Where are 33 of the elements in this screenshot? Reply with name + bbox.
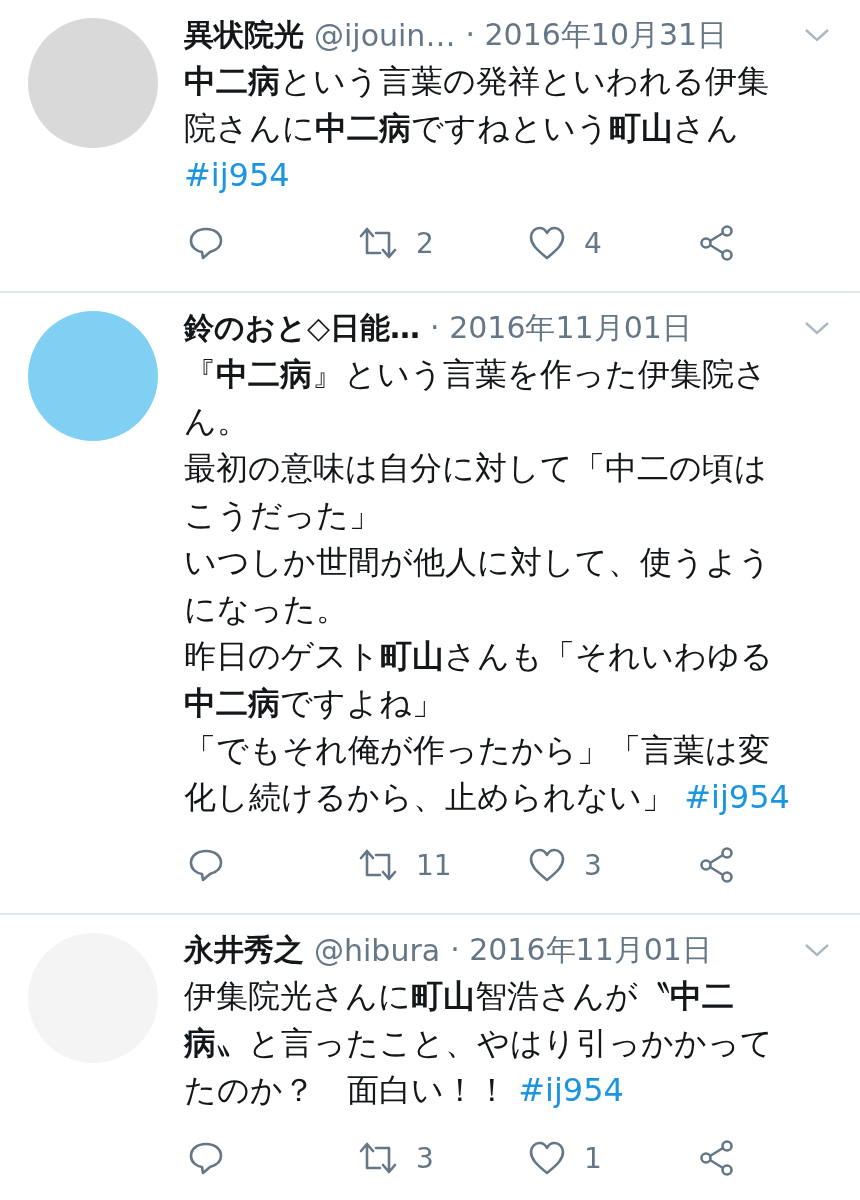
reply-icon[interactable]: [188, 847, 224, 883]
user-name[interactable]: 永井秀之: [184, 929, 304, 971]
tweet-date: · 2016年10月31日: [465, 15, 728, 54]
tweet-text: 昨日のゲスト町山さんも「それいわゆる中二病ですよね」: [184, 636, 774, 724]
share-icon[interactable]: [698, 846, 736, 884]
tweet-text: 最初の意味は自分に対して「中二の頃はこうだった」: [184, 448, 768, 536]
reply-icon[interactable]: [188, 225, 224, 261]
user-name[interactable]: 異状院光: [184, 14, 304, 56]
retweet-count: 11: [416, 848, 452, 882]
user-handle: @ijouin…: [314, 17, 456, 53]
reply-icon[interactable]: [188, 1140, 224, 1176]
retweet-icon[interactable]: [358, 225, 398, 261]
tweet-text: 中二病という言葉の発祥といわれる伊集院さんに中二病ですねという町山さん #ij954: [184, 61, 770, 196]
retweet-icon[interactable]: [358, 1140, 398, 1176]
tweet-date: · 2016年11月01日: [430, 308, 692, 347]
user-handle: @hibura: [314, 932, 441, 968]
retweet-count: 2: [416, 226, 434, 260]
tweet-date: · 2016年11月01日: [450, 930, 712, 969]
heart-icon[interactable]: [528, 225, 566, 261]
like-count: 4: [584, 226, 602, 260]
share-icon[interactable]: [698, 224, 736, 262]
user-name[interactable]: 鈴のおと◇日能…: [184, 307, 421, 349]
tweet-text: 伊集院光さんに町山智浩さんが〝中二病〟と言ったこと、やはり引っかかってたのか？ 面白い！！ #ij954: [184, 976, 774, 1111]
tweet-text: いつしか世間が他人に対して、使うようになった。: [184, 542, 772, 630]
heart-icon[interactable]: [528, 1140, 566, 1176]
retweet-icon[interactable]: [358, 847, 398, 883]
like-count: 1: [584, 1141, 602, 1175]
retweet-count: 3: [416, 1141, 434, 1175]
tweet-text: 「でもそれ俺が作ったから」「言葉は変化し続けるから、止められない」 #ij954: [184, 730, 791, 818]
heart-icon[interactable]: [528, 847, 566, 883]
like-count: 3: [584, 848, 602, 882]
share-icon[interactable]: [698, 1139, 736, 1177]
tweet-text: 『中二病』という言葉を作った伊集院さん。: [184, 354, 768, 442]
